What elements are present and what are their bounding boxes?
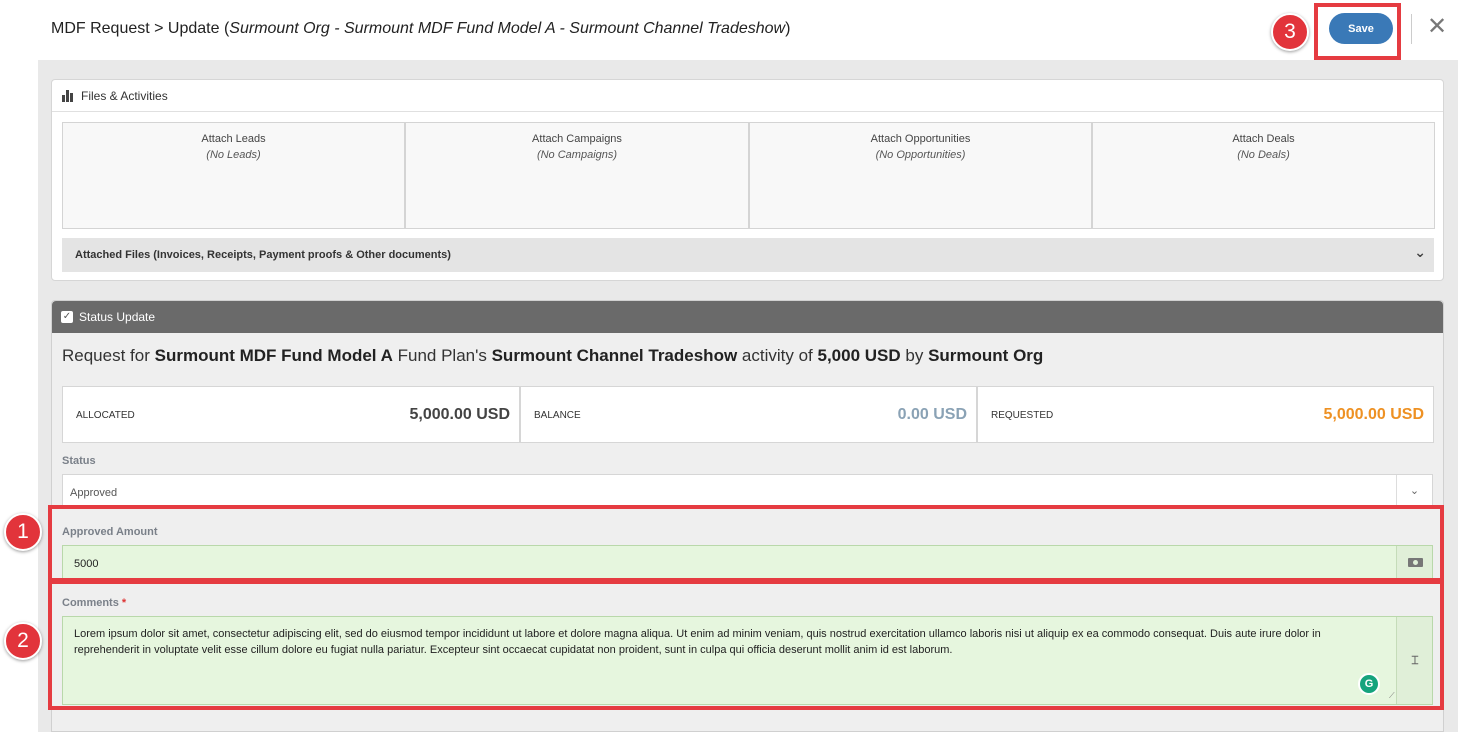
request-fund: Surmount MDF Fund Model A xyxy=(154,346,393,365)
close-icon[interactable]: ✕ xyxy=(1426,14,1448,40)
balance-stat: BALANCE 0.00 USD xyxy=(520,386,977,443)
header-divider xyxy=(1411,14,1412,44)
title-prefix: MDF Request > Update ( xyxy=(51,20,230,37)
files-activities-panel: Files & Activities Attach Leads (No Lead… xyxy=(51,79,1444,281)
step-badge-1: 1 xyxy=(4,513,42,551)
title-suffix: ) xyxy=(785,20,791,37)
request-summary: Request for Surmount MDF Fund Model A Fu… xyxy=(62,346,1043,366)
attached-files-toggle[interactable]: Attached Files (Invoices, Receipts, Paym… xyxy=(62,238,1434,272)
page-title: MDF Request > Update (Surmount Org - Sur… xyxy=(51,20,790,38)
allocated-stat: ALLOCATED 5,000.00 USD xyxy=(62,386,520,443)
attach-opportunities-label: Attach Opportunities xyxy=(870,133,971,145)
chevron-down-icon[interactable]: ⌄ xyxy=(1396,475,1432,507)
allocated-label: ALLOCATED xyxy=(76,410,135,421)
bar-chart-icon xyxy=(62,90,75,102)
attach-deals[interactable]: Attach Deals (No Deals) xyxy=(1092,122,1435,229)
request-amount: 5,000 USD xyxy=(817,346,901,365)
balance-value: 0.00 USD xyxy=(897,406,967,423)
requested-label: REQUESTED xyxy=(991,410,1054,421)
requested-value: 5,000.00 USD xyxy=(1323,406,1424,423)
attach-opportunities[interactable]: Attach Opportunities (No Opportunities) xyxy=(749,122,1092,229)
attach-opportunities-empty: (No Opportunities) xyxy=(875,149,966,161)
request-activity: Surmount Channel Tradeshow xyxy=(491,346,738,365)
attach-leads-label: Attach Leads xyxy=(201,133,266,145)
attach-leads[interactable]: Attach Leads (No Leads) xyxy=(62,122,405,229)
title-context: Surmount Org - Surmount MDF Fund Model A… xyxy=(229,20,786,37)
requested-stat: REQUESTED 5,000.00 USD xyxy=(977,386,1434,443)
status-panel-title: Status Update xyxy=(79,310,156,324)
highlight-save-button xyxy=(1314,3,1401,60)
attach-leads-empty: (No Leads) xyxy=(206,149,261,161)
status-select[interactable]: Approved ⌄ xyxy=(62,474,1433,508)
modal-header: MDF Request > Update (Surmount Org - Sur… xyxy=(0,0,1458,60)
chevron-down-icon: ⌄ xyxy=(1414,244,1426,260)
attach-campaigns[interactable]: Attach Campaigns (No Campaigns) xyxy=(405,122,749,229)
files-panel-header: Files & Activities xyxy=(52,80,1443,112)
request-text: by xyxy=(900,346,929,365)
attach-campaigns-label: Attach Campaigns xyxy=(532,133,622,145)
attach-deals-label: Attach Deals xyxy=(1232,133,1295,145)
status-panel-header: ✓ Status Update xyxy=(52,301,1443,333)
files-panel-title: Files & Activities xyxy=(81,89,168,103)
attached-files-label: Attached Files (Invoices, Receipts, Paym… xyxy=(75,249,451,261)
status-value: Approved xyxy=(70,487,118,499)
status-label: Status xyxy=(62,455,96,467)
step-badge-2: 2 xyxy=(4,622,42,660)
attach-campaigns-empty: (No Campaigns) xyxy=(536,149,618,161)
request-text: Request for xyxy=(62,346,155,365)
balance-label: BALANCE xyxy=(534,410,581,421)
allocated-value: 5,000.00 USD xyxy=(409,406,510,423)
highlight-comments xyxy=(48,580,1444,710)
step-badge-3: 3 xyxy=(1271,13,1309,51)
request-text: activity of xyxy=(737,346,818,365)
request-text: Fund Plan's xyxy=(392,346,492,365)
checkbox-icon: ✓ xyxy=(61,311,73,323)
attach-deals-empty: (No Deals) xyxy=(1237,149,1290,161)
highlight-approved-amount xyxy=(48,505,1444,582)
request-org: Surmount Org xyxy=(928,346,1044,365)
